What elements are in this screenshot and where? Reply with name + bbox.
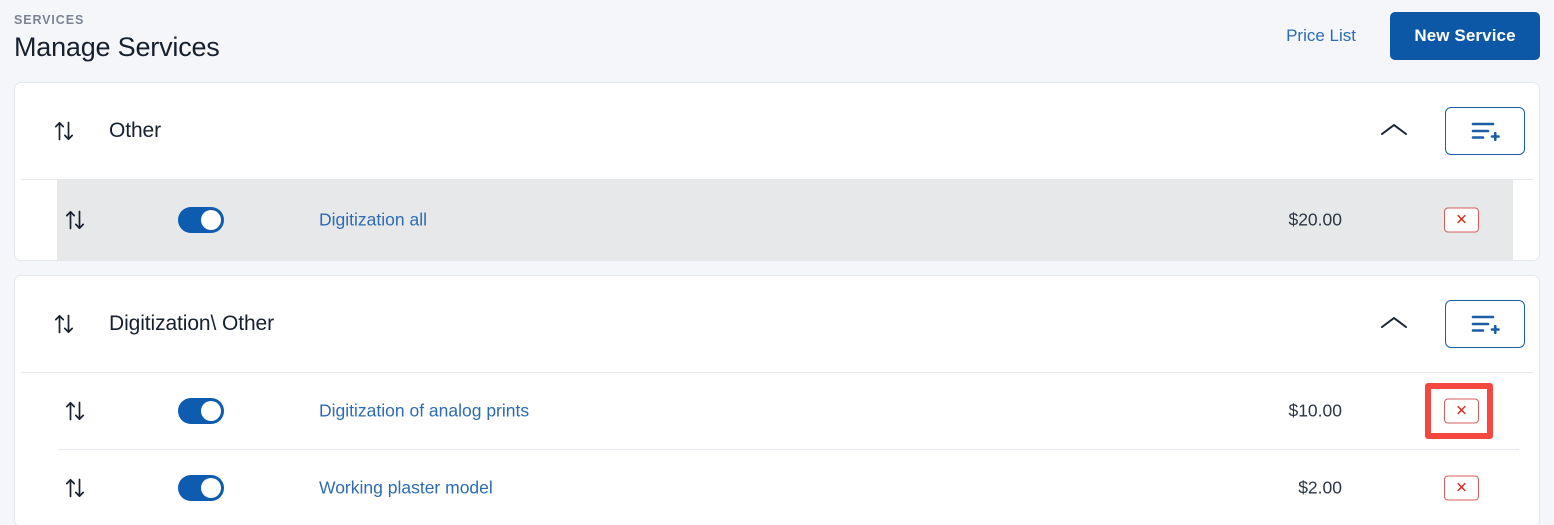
sort-updown-icon[interactable] xyxy=(62,207,88,233)
service-section-title: Other xyxy=(109,119,162,142)
service-price: $10.00 xyxy=(1288,400,1342,421)
service-rows: Digitization of analog prints $10.00 ✕ W… xyxy=(15,372,1539,525)
list-add-icon xyxy=(1470,311,1500,338)
close-x-icon: ✕ xyxy=(1455,479,1468,497)
service-row-1-1: Working plaster model $2.00 ✕ xyxy=(15,450,1539,525)
close-x-icon: ✕ xyxy=(1455,402,1468,420)
chevron-up-icon xyxy=(1379,121,1409,142)
page-header: SERVICES Manage Services Price List New … xyxy=(0,0,1554,82)
service-rows: Digitization all $20.00 ✕ xyxy=(15,179,1539,260)
sort-updown-icon[interactable] xyxy=(51,118,77,144)
toggle-knob xyxy=(201,478,221,498)
toggle-knob xyxy=(201,401,221,421)
breadcrumb-eyebrow: SERVICES xyxy=(14,13,85,27)
delete-service-button[interactable]: ✕ xyxy=(1444,207,1479,233)
service-row-1-0: Digitization of analog prints $10.00 ✕ xyxy=(15,373,1539,449)
page-header-actions: Price List New Service xyxy=(1286,12,1540,60)
service-price: $20.00 xyxy=(1288,209,1342,230)
page-title: Manage Services xyxy=(14,32,220,62)
service-enabled-toggle[interactable] xyxy=(178,398,224,424)
service-row-0-0: Digitization all $20.00 ✕ xyxy=(15,180,1539,260)
delete-service-button[interactable]: ✕ xyxy=(1444,475,1479,501)
service-section-card-0: Other Digitization all $20.00 ✕ xyxy=(14,82,1540,261)
close-x-icon: ✕ xyxy=(1455,211,1468,229)
toggle-knob xyxy=(201,210,221,230)
service-enabled-toggle[interactable] xyxy=(178,207,224,233)
collapse-section-button[interactable] xyxy=(1377,307,1411,341)
sort-updown-icon[interactable] xyxy=(51,311,77,337)
services-list: Other Digitization all $20.00 ✕ Digitiza… xyxy=(0,82,1554,525)
service-name-link[interactable]: Digitization of analog prints xyxy=(319,401,529,422)
service-name-link[interactable]: Digitization all xyxy=(319,210,427,231)
service-enabled-toggle[interactable] xyxy=(178,475,224,501)
service-price: $2.00 xyxy=(1298,477,1342,498)
add-service-to-section-button[interactable] xyxy=(1445,107,1525,155)
add-service-to-section-button[interactable] xyxy=(1445,300,1525,348)
new-service-button[interactable]: New Service xyxy=(1390,12,1540,60)
price-list-link[interactable]: Price List xyxy=(1286,26,1390,46)
delete-service-button[interactable]: ✕ xyxy=(1444,398,1479,424)
sort-updown-icon[interactable] xyxy=(62,475,88,501)
page-header-text: SERVICES Manage Services xyxy=(14,13,220,64)
service-section-title: Digitization\ Other xyxy=(109,312,275,335)
service-name-link[interactable]: Working plaster model xyxy=(319,478,493,499)
service-section-header[interactable]: Other xyxy=(15,83,1539,179)
list-add-icon xyxy=(1470,118,1500,145)
chevron-up-icon xyxy=(1379,314,1409,335)
sort-updown-icon[interactable] xyxy=(62,398,88,424)
collapse-section-button[interactable] xyxy=(1377,114,1411,148)
service-section-header[interactable]: Digitization\ Other xyxy=(15,276,1539,372)
service-section-card-1: Digitization\ Other Digitization of anal… xyxy=(14,275,1540,525)
